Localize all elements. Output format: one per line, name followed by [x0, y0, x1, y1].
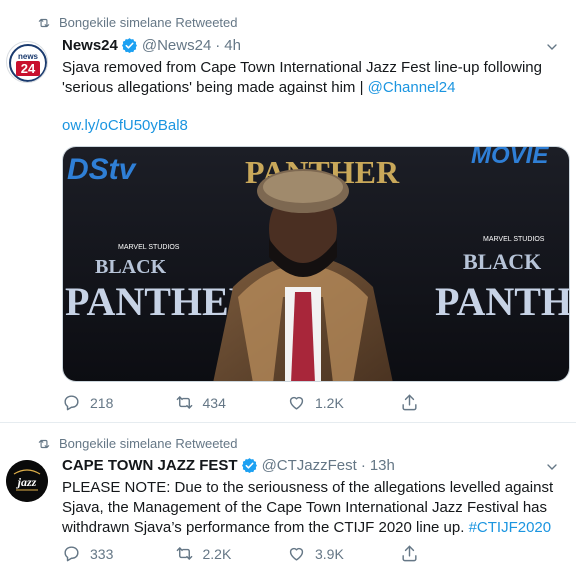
backdrop-movie: MOVIE	[471, 147, 549, 169]
like-count: 3.9K	[315, 545, 344, 562]
retweeted-by-label: Bongekile simelane Retweeted	[59, 436, 238, 451]
tweet-actions: 218 434 1.2K	[62, 393, 512, 412]
tweet-body: Sjava removed from Cape Town Internation…	[62, 59, 542, 96]
author-name[interactable]: News24	[62, 37, 118, 54]
poster-right-line2: PANTHER	[435, 279, 570, 324]
svg-text:news: news	[18, 52, 39, 61]
author-handle[interactable]: @News24	[142, 37, 211, 54]
retweet-button[interactable]: 434	[175, 393, 288, 412]
tweet-actions: 333 2.2K 3.9K	[62, 544, 512, 563]
verified-badge-icon	[121, 38, 137, 53]
poster-right-line1: BLACK	[463, 249, 541, 274]
author-name[interactable]: CAPE TOWN JAZZ FEST	[62, 457, 238, 474]
red-carpet-photo: DStv PANTHER MOVIE MARVEL STUDIOS BLACK …	[63, 147, 570, 381]
poster-right-studio: MARVEL STUDIOS	[483, 236, 545, 243]
tweet-news24[interactable]: Bongekile simelane Retweeted news 24 New…	[0, 0, 576, 423]
backdrop-dstv: DStv	[67, 153, 138, 186]
retweeted-by-label: Bongekile simelane Retweeted	[59, 15, 238, 30]
tweet-text: Sjava removed from Cape Town Internation…	[62, 58, 562, 98]
retweet-button[interactable]: 2.2K	[175, 544, 288, 563]
reply-button[interactable]: 333	[62, 544, 175, 563]
heart-icon	[289, 396, 304, 410]
reply-icon	[64, 546, 79, 562]
jazz-festival-logo: jazz	[6, 460, 48, 502]
separator: ·	[215, 37, 221, 54]
retweet-icon	[38, 439, 50, 448]
tweet-photo[interactable]: DStv PANTHER MOVIE MARVEL STUDIOS BLACK …	[62, 146, 570, 382]
separator: ·	[360, 457, 366, 474]
tweet-header: CAPE TOWN JAZZ FEST @CTJazzFest · 13h	[62, 457, 395, 474]
share-icon	[401, 545, 417, 562]
retweet-count: 434	[202, 394, 226, 411]
like-button[interactable]: 3.9K	[287, 544, 400, 563]
hashtag-link[interactable]: #CTIJF2020	[469, 519, 552, 536]
share-button[interactable]	[400, 544, 513, 563]
tweet-link-line: ow.ly/oCfU50yBal8	[62, 116, 562, 136]
tweet-header: News24 @News24 · 4h	[62, 37, 241, 54]
avatar-ctjazzfest[interactable]: jazz	[6, 460, 48, 502]
avatar-jazz-text: jazz	[16, 475, 37, 489]
author-handle[interactable]: @CTJazzFest	[262, 457, 357, 474]
retweet-context: Bongekile simelane Retweeted	[37, 436, 238, 451]
tweet-time[interactable]: 13h	[370, 457, 395, 474]
tweet-text: PLEASE NOTE: Due to the seriousness of t…	[62, 478, 572, 538]
retweet-context: Bongekile simelane Retweeted	[37, 15, 238, 30]
share-button[interactable]	[400, 393, 513, 412]
retweet-icon	[176, 396, 192, 409]
like-count: 1.2K	[315, 394, 344, 411]
tweet-ctjazzfest[interactable]: Bongekile simelane Retweeted jazz CAPE T…	[0, 423, 576, 566]
svg-text:24: 24	[21, 61, 36, 76]
reply-button[interactable]: 218	[62, 393, 175, 412]
news24-logo: news 24	[8, 43, 47, 82]
like-button[interactable]: 1.2K	[287, 393, 400, 412]
verified-badge-icon	[241, 458, 257, 473]
avatar-news24[interactable]: news 24	[6, 41, 48, 83]
poster-left-line1: BLACK	[95, 256, 167, 278]
reply-icon	[64, 395, 79, 411]
poster-left-studio: MARVEL STUDIOS	[118, 244, 180, 251]
share-icon	[401, 394, 417, 411]
retweet-icon	[176, 547, 192, 560]
reply-count: 218	[90, 394, 114, 411]
short-link[interactable]: ow.ly/oCfU50yBal8	[62, 117, 188, 134]
retweet-icon	[38, 18, 50, 27]
retweet-count: 2.2K	[202, 545, 232, 562]
reply-count: 333	[90, 545, 114, 562]
heart-icon	[289, 547, 304, 561]
tweet-time[interactable]: 4h	[224, 37, 241, 54]
chevron-down-icon[interactable]	[544, 39, 560, 55]
mention-link[interactable]: @Channel24	[368, 79, 456, 96]
chevron-down-icon[interactable]	[544, 459, 560, 475]
